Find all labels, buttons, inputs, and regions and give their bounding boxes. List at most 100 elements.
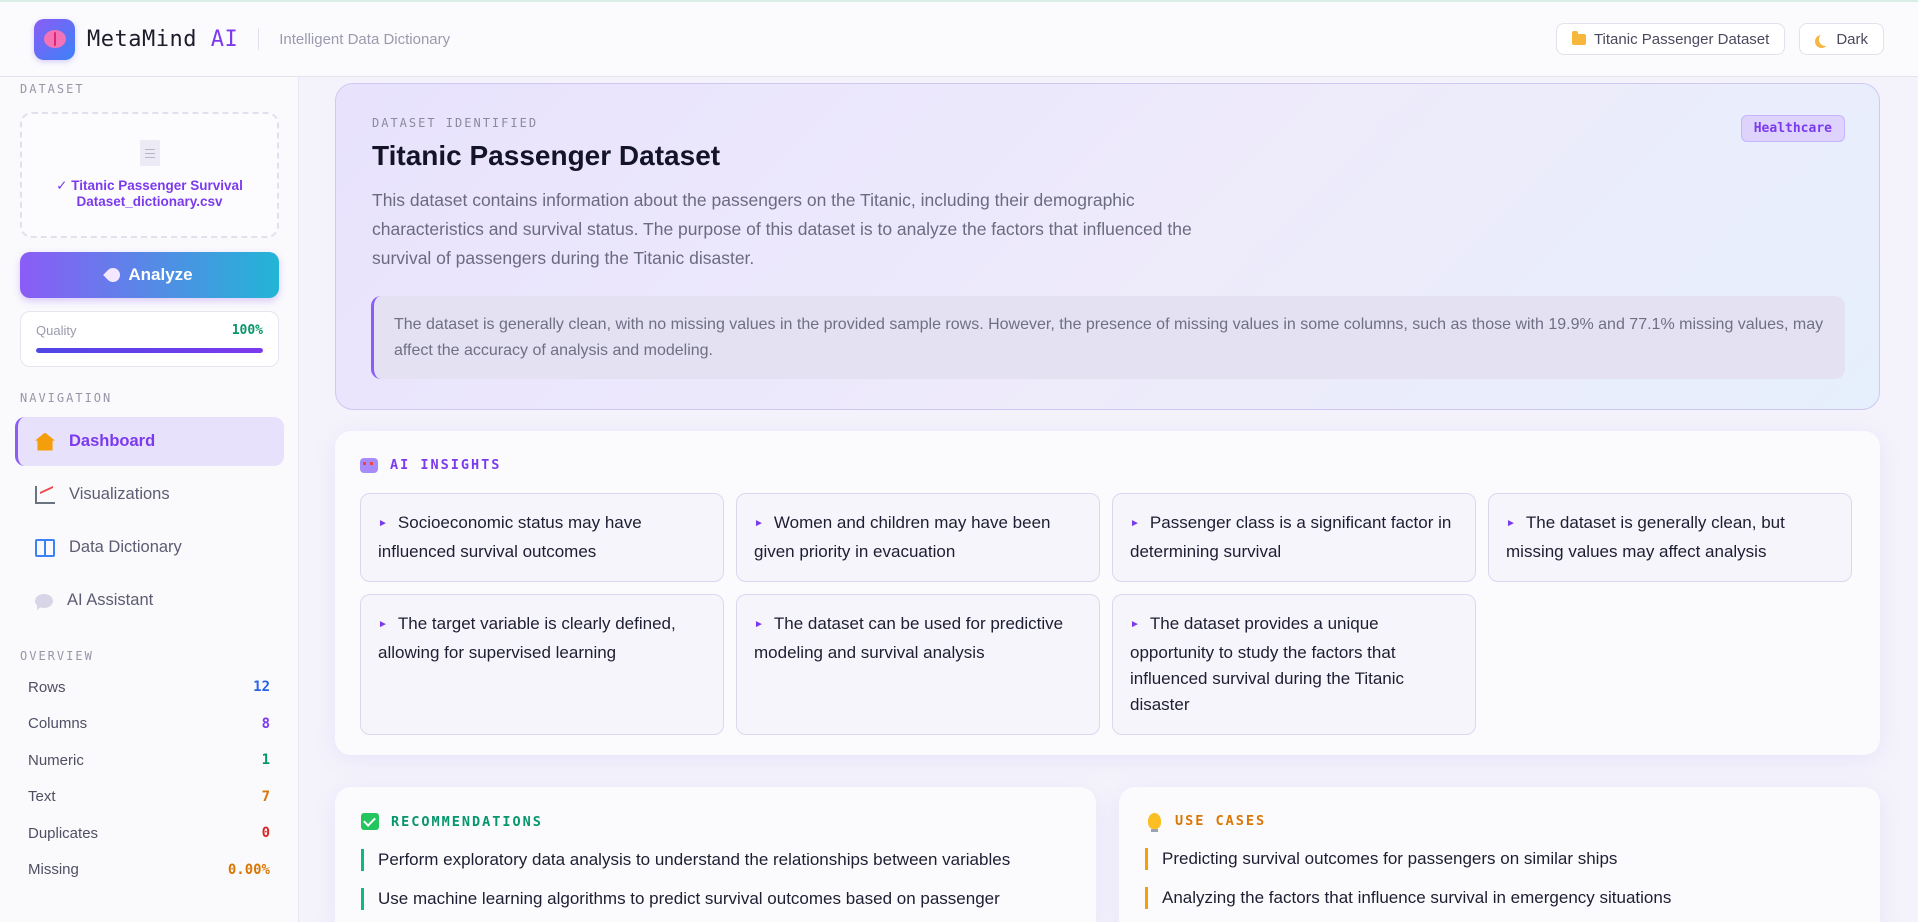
insight-text: Socioeconomic status may have influenced… xyxy=(378,513,642,561)
recommendations-title: RECOMMENDATIONS xyxy=(391,813,543,830)
nav-item-label: AI Assistant xyxy=(67,591,154,609)
recommendation-item: Use machine learning algorithms to predi… xyxy=(361,888,1070,910)
nav-item-label: Data Dictionary xyxy=(69,538,182,556)
recommendation-item: Perform exploratory data analysis to und… xyxy=(361,849,1070,871)
top-bar: MetaMind AI Intelligent Data Dictionary … xyxy=(0,0,1918,77)
quality-label: Quality xyxy=(36,323,77,338)
insight-card: ► Women and children may have been given … xyxy=(736,493,1100,582)
overview-row-rows: Rows 12 xyxy=(20,669,278,706)
dataset-description: This dataset contains information about … xyxy=(372,190,1192,268)
insight-text: Women and children may have been given p… xyxy=(754,513,1051,561)
checkbox-check-icon xyxy=(361,813,379,830)
insight-text: The target variable is clearly defined, … xyxy=(378,614,676,662)
navigation-section-label: NAVIGATION xyxy=(20,391,113,405)
brand-title: MetaMind AI xyxy=(87,27,238,52)
main-content: DATASET IDENTIFIED Titanic Passenger Dat… xyxy=(335,77,1880,922)
ai-insights-title: AI INSIGHTS xyxy=(390,457,502,473)
insight-card: ► Socioeconomic status may have influence… xyxy=(360,493,724,582)
dataset-pill-label: Titanic Passenger Dataset xyxy=(1593,30,1770,48)
use-cases-panel: USE CASES Predicting survival outcomes f… xyxy=(1119,787,1880,922)
overview-row-text: Text 7 xyxy=(20,779,278,816)
header-divider xyxy=(258,28,260,50)
overview-value: 0.00% xyxy=(227,861,270,878)
overview-label: Rows xyxy=(28,678,66,696)
hero-eyebrow: DATASET IDENTIFIED xyxy=(372,116,539,130)
arrow-right-icon: ► xyxy=(754,619,764,630)
quality-value: 100% xyxy=(231,323,263,338)
moon-icon xyxy=(1819,33,1832,46)
use-cases-header: USE CASES xyxy=(1145,813,1854,832)
overview-label: Missing xyxy=(28,861,79,879)
use-case-item: Predicting survival outcomes for passeng… xyxy=(1145,848,1854,870)
use-case-item: Analyzing the factors that influence sur… xyxy=(1145,887,1854,909)
overview-section-label: OVERVIEW xyxy=(20,649,94,663)
overview-row-duplicates: Duplicates 0 xyxy=(20,815,278,852)
file-upload-dropzone[interactable]: ✓ Titanic Passenger Survival Dataset_dic… xyxy=(20,112,279,238)
book-icon xyxy=(35,538,55,557)
overview-value: 0 xyxy=(261,825,270,842)
dataset-title: Titanic Passenger Dataset xyxy=(372,140,721,171)
nav-item-data-dictionary[interactable]: Data Dictionary xyxy=(15,523,284,572)
domain-badge: Healthcare xyxy=(1740,115,1845,142)
nav-item-visualizations[interactable]: Visualizations xyxy=(15,470,284,519)
logo xyxy=(34,18,75,60)
chat-icon xyxy=(35,593,53,608)
document-icon xyxy=(139,140,160,166)
brand-suffix: AI xyxy=(210,26,239,52)
brand-name: MetaMind xyxy=(87,26,197,52)
rocket-icon xyxy=(103,265,124,285)
insight-card: ► Passenger class is a significant factor… xyxy=(1112,493,1476,582)
insight-card: ► The dataset is generally clean, but mis… xyxy=(1488,493,1852,582)
overview-value: 8 xyxy=(261,715,270,732)
arrow-right-icon: ► xyxy=(1130,518,1140,529)
quality-progress-bar xyxy=(36,348,263,353)
dataset-section-label: DATASET xyxy=(20,82,85,96)
overview-row-columns: Columns 8 xyxy=(20,706,278,743)
recommendations-header: RECOMMENDATIONS xyxy=(361,813,1070,830)
arrow-right-icon: ► xyxy=(754,518,764,529)
insight-grid: ► Socioeconomic status may have influence… xyxy=(360,493,1855,735)
folder-icon xyxy=(1571,30,1586,45)
quality-progress-fill xyxy=(36,348,263,353)
quality-card: Quality 100% xyxy=(20,311,279,367)
sidebar: DATASET ✓ Titanic Passenger Survival Dat… xyxy=(0,77,299,922)
robot-icon xyxy=(360,457,378,473)
ai-insights-panel: AI INSIGHTS ► Socioeconomic status may ha… xyxy=(335,431,1880,755)
insight-card: ► The dataset can be used for predictive … xyxy=(736,594,1100,735)
house-icon xyxy=(35,432,55,451)
overview-value: 1 xyxy=(261,752,270,769)
ai-insights-header: AI INSIGHTS xyxy=(360,457,1855,473)
overview-value: 12 xyxy=(253,679,270,696)
use-cases-title: USE CASES xyxy=(1175,813,1267,829)
theme-toggle-label: Dark xyxy=(1836,30,1868,48)
insight-card: ► The target variable is clearly defined,… xyxy=(360,594,724,735)
overview-label: Text xyxy=(28,788,56,806)
arrow-right-icon: ► xyxy=(1130,619,1140,630)
insight-text: The dataset can be used for predictive m… xyxy=(754,614,1064,662)
dataset-pill[interactable]: Titanic Passenger Dataset xyxy=(1555,23,1786,55)
brain-icon xyxy=(43,30,66,48)
nav-item-dashboard[interactable]: Dashboard xyxy=(15,417,284,466)
overview-label: Duplicates xyxy=(28,824,99,842)
overview-row-missing: Missing 0.00% xyxy=(20,852,278,889)
nav-item-label: Visualizations xyxy=(69,485,170,503)
insight-text: The dataset provides a unique opportunit… xyxy=(1130,614,1405,714)
tagline: Intelligent Data Dictionary xyxy=(279,30,451,48)
nav-item-label: Dashboard xyxy=(69,432,156,450)
theme-toggle-button[interactable]: Dark xyxy=(1799,23,1884,55)
analyze-button[interactable]: Analyze xyxy=(20,252,279,298)
overview-label: Columns xyxy=(28,715,88,733)
recommendations-panel: RECOMMENDATIONS Perform exploratory data… xyxy=(335,787,1096,922)
analyze-button-label: Analyze xyxy=(128,265,193,284)
insight-text: Passenger class is a significant factor … xyxy=(1130,513,1452,561)
dataset-hero-card: DATASET IDENTIFIED Titanic Passenger Dat… xyxy=(335,83,1880,410)
uploaded-file-name: ✓ Titanic Passenger Survival Dataset_dic… xyxy=(56,178,243,209)
overview-label: Numeric xyxy=(28,751,84,769)
arrow-right-icon: ► xyxy=(1506,518,1516,529)
overview-row-numeric: Numeric 1 xyxy=(20,742,278,779)
nav-item-ai-assistant[interactable]: AI Assistant xyxy=(15,576,284,625)
quality-note: The dataset is generally clean, with no … xyxy=(371,296,1845,379)
insight-card: ► The dataset provides a unique opportuni… xyxy=(1112,594,1476,735)
nav-list: Dashboard Visualizations Data Dictionary… xyxy=(15,417,284,625)
overview-value: 7 xyxy=(261,788,270,805)
